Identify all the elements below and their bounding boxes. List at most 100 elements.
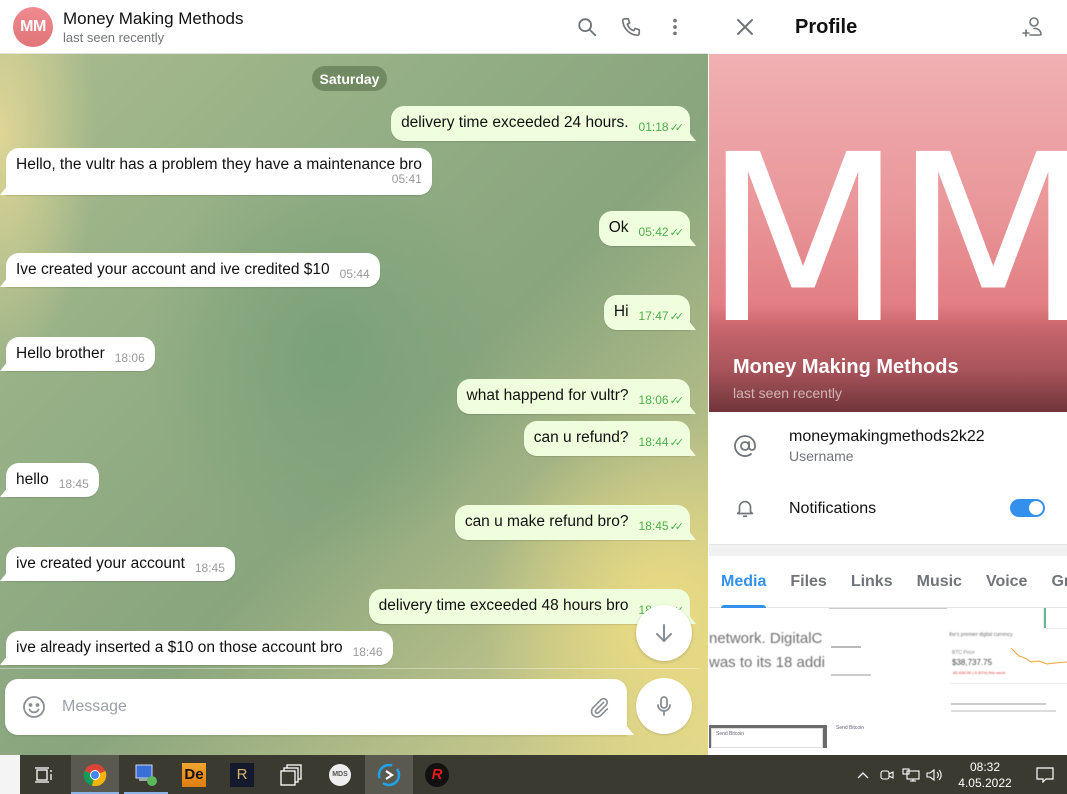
notifications-toggle[interactable] (1010, 499, 1045, 517)
phone-icon[interactable] (616, 12, 646, 42)
message-input[interactable] (62, 698, 585, 716)
thumbnail-text: BTC Price (952, 650, 975, 656)
de-app-icon[interactable]: De (170, 755, 218, 794)
message-outgoing[interactable]: Ok 05:42✓✓ (598, 211, 690, 246)
tab-links[interactable]: Links (839, 556, 905, 608)
message-outgoing[interactable]: can u make refund bro? 18:45✓✓ (454, 505, 690, 540)
profile-photo[interactable]: MM Money Making Methods last seen recent… (709, 54, 1067, 412)
remote-desktop-icon[interactable] (122, 755, 170, 794)
media-grid: network. DigitalC was to its 18 addi Sen… (709, 608, 1067, 748)
message-time: 05:44 (339, 267, 370, 281)
tab-groups[interactable]: Gro (1039, 556, 1067, 608)
message-incoming[interactable]: ive already inserted a $10 on those acco… (6, 631, 393, 665)
window-switcher-icon[interactable] (267, 755, 315, 794)
red-r-app-icon[interactable]: R (413, 755, 461, 794)
tab-voice[interactable]: Voice (974, 556, 1040, 608)
message-text: what happend for vultr? (466, 387, 629, 404)
double-check-icon: ✓✓ (669, 521, 685, 533)
message-incoming[interactable]: Hello, the vultr has a problem they have… (6, 148, 432, 195)
message-time: 18:06 (114, 351, 145, 365)
chrome-icon[interactable] (71, 755, 119, 794)
chat-panel: MM Money Making Methods last seen recent… (0, 0, 708, 755)
username-row[interactable]: moneymakingmethods2k22 Username (709, 412, 1067, 480)
system-tray: 08:32 4.05.2022 (851, 755, 1067, 794)
arrow-down-icon (656, 624, 672, 642)
voice-record-button[interactable] (636, 678, 692, 734)
s-app-icon[interactable] (365, 755, 413, 794)
task-view-icon[interactable] (20, 755, 68, 794)
message-text: Hello, the vultr has a problem they have… (16, 156, 422, 173)
emoji-icon[interactable] (20, 693, 48, 721)
mds-icon[interactable]: MDS (316, 755, 364, 794)
network-icon[interactable] (899, 755, 923, 794)
message-outgoing[interactable]: Hi 17:47✓✓ (603, 295, 690, 330)
double-check-icon: ✓✓ (669, 227, 685, 239)
clock-time: 08:32 (969, 759, 1001, 774)
media-thumbnail[interactable]: network. DigitalC was to its 18 addi Sen… (709, 608, 827, 748)
media-thumbnail[interactable]: the's premier digital currency BTC Price… (949, 608, 1067, 748)
message-incoming[interactable]: Ive created your account and ive credite… (6, 253, 380, 287)
r-app-icon[interactable]: R (218, 755, 266, 794)
username-value: moneymakingmethods2k22 (789, 428, 985, 445)
thumbnail-text: network. DigitalC (709, 630, 823, 647)
message-list[interactable]: Saturday delivery time exceeded 24 hours… (0, 54, 708, 671)
media-thumbnail[interactable]: Send Bitcoin (829, 608, 947, 748)
at-sign-icon (731, 432, 759, 460)
profile-header: Profile (709, 0, 1067, 54)
camera-icon[interactable] (875, 755, 899, 794)
chat-background: Saturday delivery time exceeded 24 hours… (0, 54, 708, 755)
message-time: 01:18 (638, 120, 669, 134)
avatar[interactable]: MM (13, 6, 53, 47)
notifications-row[interactable]: Notifications (709, 480, 1067, 536)
message-outgoing[interactable]: delivery time exceeded 24 hours. 01:18✓✓ (391, 106, 690, 141)
message-text: can u make refund bro? (464, 513, 629, 530)
message-text: delivery time exceeded 48 hours bro (378, 597, 629, 614)
tab-media[interactable]: Media (709, 556, 778, 608)
windows-taskbar: De R MDS R 08:32 4.05.2022 (0, 755, 1067, 794)
tab-files[interactable]: Files (778, 556, 838, 608)
message-time: 17:47 (638, 309, 669, 323)
chevron-up-icon[interactable] (851, 755, 875, 794)
message-text: Ok (608, 219, 629, 236)
tab-music[interactable]: Music (905, 556, 974, 608)
search-icon[interactable] (572, 12, 602, 42)
double-check-icon: ✓✓ (669, 311, 685, 323)
message-time: 18:45 (58, 477, 89, 491)
shared-media-tabs: Media Files Links Music Voice Gro (709, 556, 1067, 608)
double-check-icon: ✓✓ (669, 437, 685, 449)
message-composer (5, 679, 627, 735)
message-text: Hello brother (16, 345, 105, 362)
profile-title: Profile (795, 15, 858, 38)
message-outgoing[interactable]: what happend for vultr? 18:06✓✓ (456, 379, 690, 414)
thumbnail-text: -$2,838.56 (-6.82%) this week (952, 670, 1006, 675)
date-chip: Saturday (312, 66, 387, 91)
scroll-to-bottom-button[interactable] (636, 605, 692, 661)
system-clock[interactable]: 08:32 4.05.2022 (947, 759, 1023, 791)
message-time: 18:06 (638, 393, 669, 407)
notification-center-icon[interactable] (1023, 755, 1067, 794)
message-incoming[interactable]: Hello brother 18:06 (6, 337, 155, 371)
message-time: 05:41 (391, 172, 422, 186)
close-icon[interactable] (730, 12, 760, 42)
message-incoming[interactable]: ive created your account 18:45 (6, 547, 235, 581)
double-check-icon: ✓✓ (669, 122, 685, 134)
profile-status: last seen recently (733, 385, 842, 401)
message-incoming[interactable]: hello 18:45 (6, 463, 99, 497)
profile-name: Money Making Methods (733, 356, 959, 378)
thumbnail-text: Send Bitcoin (711, 728, 823, 748)
more-vertical-icon[interactable] (660, 12, 690, 42)
paperclip-icon[interactable] (585, 693, 613, 721)
thumbnail-text: the's premier digital currency (949, 632, 1013, 638)
add-contact-icon[interactable] (1017, 12, 1047, 42)
double-check-icon: ✓✓ (669, 395, 685, 407)
chat-header[interactable]: MM Money Making Methods last seen recent… (0, 0, 708, 54)
message-text: Ive created your account and ive credite… (16, 261, 330, 278)
message-outgoing[interactable]: can u refund? 18:44✓✓ (523, 421, 690, 456)
thumbnail-text: $38,737.75 (952, 658, 993, 667)
message-time: 18:44 (638, 435, 669, 449)
message-text: ive already inserted a $10 on those acco… (16, 639, 343, 656)
volume-icon[interactable] (923, 755, 947, 794)
chat-title[interactable]: Money Making Methods (63, 8, 243, 29)
message-text: can u refund? (533, 429, 629, 446)
telegram-app: MM Money Making Methods last seen recent… (0, 0, 1067, 755)
